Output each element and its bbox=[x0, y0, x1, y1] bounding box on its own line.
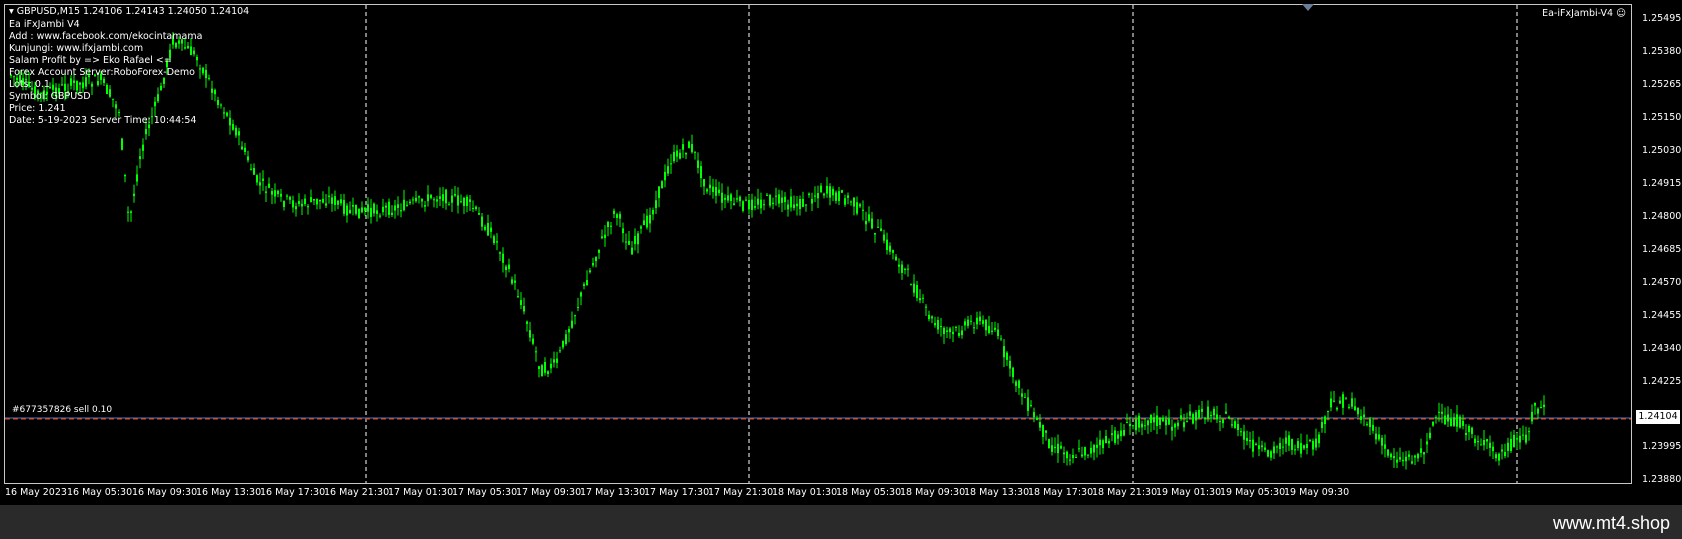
current-price-badge: 1.24104 bbox=[1636, 410, 1680, 424]
x-tick-label: 16 May 09:30 bbox=[132, 487, 198, 498]
y-tick-label: 1.25380 bbox=[1642, 46, 1682, 57]
x-tick-label: 16 May 2023 bbox=[5, 487, 67, 498]
y-tick-label: 1.24225 bbox=[1642, 376, 1682, 387]
y-tick-label: 1.23995 bbox=[1642, 441, 1682, 452]
info-account-server: Forex Account Server:RoboForex-Demo bbox=[9, 67, 195, 78]
ea-name-text: Ea-iFxJambi-V4 bbox=[1542, 8, 1614, 19]
ea-name-label[interactable]: Ea-iFxJambi-V4 ☺ bbox=[1542, 8, 1626, 19]
x-tick-label: 18 May 13:30 bbox=[964, 487, 1030, 498]
y-tick-label: 1.25265 bbox=[1642, 79, 1682, 90]
y-tick-label: 1.24915 bbox=[1642, 178, 1682, 189]
x-tick-label: 16 May 05:30 bbox=[67, 487, 133, 498]
y-tick-label: 1.24570 bbox=[1642, 277, 1682, 288]
symbol-quote: GBPUSD,M15 1.24106 1.24143 1.24050 1.241… bbox=[16, 6, 250, 17]
chart-window[interactable]: ▾ GBPUSD,M15 1.24106 1.24143 1.24050 1.2… bbox=[0, 0, 1682, 505]
site-watermark: www.mt4.shop bbox=[1552, 513, 1670, 533]
info-ea-title: Ea iFxJambi V4 bbox=[9, 19, 80, 30]
x-tick-label: 16 May 13:30 bbox=[196, 487, 262, 498]
y-tick-label: 1.24800 bbox=[1642, 211, 1682, 222]
x-tick-label: 19 May 09:30 bbox=[1284, 487, 1350, 498]
x-tick-label: 17 May 13:30 bbox=[580, 487, 646, 498]
info-date: Date: 5-19-2023 Server Time: 10:44:54 bbox=[9, 115, 197, 126]
y-tick-label: 1.25030 bbox=[1642, 145, 1682, 156]
footer-bar: www.mt4.shop bbox=[0, 505, 1682, 539]
x-tick-label: 18 May 21:30 bbox=[1092, 487, 1158, 498]
y-tick-label: 1.24340 bbox=[1642, 343, 1682, 354]
smiley-icon: ☺ bbox=[1616, 8, 1626, 19]
chart-shift-marker-icon[interactable] bbox=[1302, 4, 1314, 11]
info-symbol: Symbol: GBPUSD bbox=[9, 91, 91, 102]
info-lots: Lots: 0.1 bbox=[9, 79, 50, 90]
x-tick-label: 18 May 17:30 bbox=[1028, 487, 1094, 498]
x-tick-label: 17 May 01:30 bbox=[388, 487, 454, 498]
x-tick-label: 17 May 17:30 bbox=[644, 487, 710, 498]
x-tick-label: 17 May 21:30 bbox=[708, 487, 774, 498]
y-tick-label: 1.23880 bbox=[1642, 474, 1682, 485]
y-tick-label: 1.25150 bbox=[1642, 112, 1682, 123]
info-website: Kunjungi: www.ifxjambi.com bbox=[9, 43, 144, 54]
x-tick-label: 18 May 09:30 bbox=[900, 487, 966, 498]
x-tick-label: 19 May 01:30 bbox=[1156, 487, 1222, 498]
y-tick-label: 1.24455 bbox=[1642, 310, 1682, 321]
x-tick-label: 17 May 05:30 bbox=[452, 487, 518, 498]
collapse-triangle-icon[interactable]: ▾ bbox=[9, 6, 17, 17]
y-tick-label: 1.25495 bbox=[1642, 13, 1682, 24]
plot-area-border bbox=[4, 4, 1632, 484]
y-tick-label: 1.24685 bbox=[1642, 244, 1682, 255]
x-tick-label: 19 May 05:30 bbox=[1220, 487, 1286, 498]
x-tick-label: 18 May 05:30 bbox=[836, 487, 902, 498]
info-greeting: Salam Profit by => Eko Rafael <= bbox=[9, 55, 172, 66]
chart-symbol-header: ▾ GBPUSD,M15 1.24106 1.24143 1.24050 1.2… bbox=[9, 6, 249, 17]
order-line-label[interactable]: #677357826 sell 0.10 bbox=[12, 405, 112, 415]
x-tick-label: 16 May 21:30 bbox=[324, 487, 390, 498]
x-tick-label: 18 May 01:30 bbox=[772, 487, 838, 498]
x-tick-label: 16 May 17:30 bbox=[260, 487, 326, 498]
info-price: Price: 1.241 bbox=[9, 103, 66, 114]
x-tick-label: 17 May 09:30 bbox=[516, 487, 582, 498]
info-facebook: Add : www.facebook.com/ekocintamama bbox=[9, 31, 203, 42]
